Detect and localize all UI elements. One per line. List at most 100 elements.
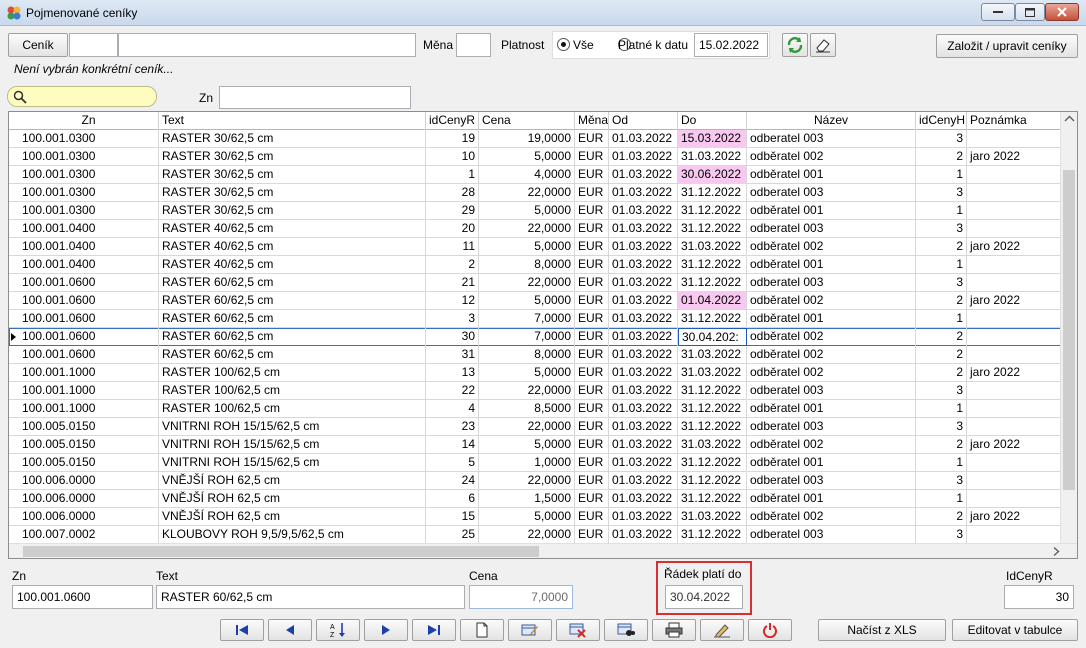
- table-cell[interactable]: 30.06.2022: [678, 166, 747, 184]
- table-cell[interactable]: RASTER 40/62,5 cm: [159, 256, 426, 274]
- table-cell[interactable]: 01.03.2022: [609, 202, 678, 220]
- table-cell[interactable]: 28: [426, 184, 479, 202]
- table-cell[interactable]: 01.03.2022: [609, 238, 678, 256]
- eraser-button[interactable]: [810, 33, 836, 57]
- table-cell[interactable]: 3: [916, 274, 967, 292]
- table-cell[interactable]: RASTER 30/62,5 cm: [159, 130, 426, 148]
- table-cell[interactable]: 31.12.2022: [678, 274, 747, 292]
- table-row[interactable]: 100.005.0150 VNITRNI ROH 15/15/62,5 cm 5 1,…: [9, 454, 1061, 472]
- zn-filter-input[interactable]: [219, 86, 411, 109]
- table-cell[interactable]: [967, 274, 1061, 292]
- previous-record-button[interactable]: [268, 619, 312, 641]
- table-cell[interactable]: 5,0000: [479, 148, 575, 166]
- table-cell[interactable]: 31.12.2022: [678, 472, 747, 490]
- print-button[interactable]: [652, 619, 696, 641]
- table-cell[interactable]: 2: [916, 292, 967, 310]
- table-cell[interactable]: [967, 346, 1061, 364]
- table-cell[interactable]: 01.03.2022: [609, 310, 678, 328]
- table-row[interactable]: 100.001.0300 RASTER 30/62,5 cm 19 19,0000 EU…: [9, 130, 1061, 148]
- table-cell[interactable]: 1: [916, 256, 967, 274]
- table-cell[interactable]: 5,0000: [479, 202, 575, 220]
- table-cell[interactable]: 31: [426, 346, 479, 364]
- table-cell[interactable]: 01.03.2022: [609, 166, 678, 184]
- column-header[interactable]: Do: [678, 112, 747, 130]
- table-cell[interactable]: 24: [426, 472, 479, 490]
- table-row[interactable]: 100.005.0150 VNITRNI ROH 15/15/62,5 cm 23 2…: [9, 418, 1061, 436]
- table-cell[interactable]: odběratel 001: [747, 202, 916, 220]
- table-cell[interactable]: 100.005.0150: [19, 436, 159, 454]
- table-cell[interactable]: 100.001.0400: [19, 220, 159, 238]
- table-cell[interactable]: 100.001.0300: [19, 130, 159, 148]
- table-cell[interactable]: 23: [426, 418, 479, 436]
- table-cell[interactable]: 31.12.2022: [678, 202, 747, 220]
- table-cell[interactable]: 5,0000: [479, 508, 575, 526]
- table-cell[interactable]: 31.12.2022: [678, 526, 747, 544]
- column-header[interactable]: Poznámka: [967, 112, 1061, 130]
- table-cell[interactable]: odberatel 003: [747, 274, 916, 292]
- table-cell[interactable]: [967, 526, 1061, 544]
- close-button[interactable]: [1045, 3, 1079, 21]
- table-cell[interactable]: 4: [426, 400, 479, 418]
- table-cell[interactable]: 3: [916, 418, 967, 436]
- horizontal-scroll-thumb[interactable]: [23, 546, 539, 557]
- table-cell[interactable]: EUR: [575, 310, 609, 328]
- table-cell[interactable]: 31.03.2022: [678, 148, 747, 166]
- table-cell[interactable]: 15: [426, 508, 479, 526]
- table-cell[interactable]: EUR: [575, 148, 609, 166]
- table-cell[interactable]: EUR: [575, 382, 609, 400]
- table-cell[interactable]: EUR: [575, 400, 609, 418]
- table-cell[interactable]: 100.001.0300: [19, 184, 159, 202]
- table-cell[interactable]: RASTER 30/62,5 cm: [159, 184, 426, 202]
- table-row[interactable]: 100.001.0300 RASTER 30/62,5 cm 28 22,0000 EU…: [9, 184, 1061, 202]
- scroll-right-icon[interactable]: [1049, 544, 1063, 559]
- table-cell[interactable]: 100.005.0150: [19, 418, 159, 436]
- table-cell[interactable]: RASTER 30/62,5 cm: [159, 202, 426, 220]
- table-cell[interactable]: odberatel 003: [747, 184, 916, 202]
- table-row[interactable]: 100.001.0600 RASTER 60/62,5 cm 12 5,0000 EUR…: [9, 292, 1061, 310]
- table-row[interactable]: 100.001.0300 RASTER 30/62,5 cm 10 5,0000 EUR…: [9, 148, 1061, 166]
- table-cell[interactable]: 1: [916, 454, 967, 472]
- table-cell[interactable]: 22: [426, 382, 479, 400]
- table-row[interactable]: 100.007.0002 KLOUBOVY ROH 9,5/9,5/62,5 cm…: [9, 526, 1061, 544]
- table-cell[interactable]: 30: [426, 328, 479, 346]
- table-cell[interactable]: EUR: [575, 436, 609, 454]
- horizontal-scrollbar[interactable]: [9, 543, 1077, 558]
- table-row[interactable]: 100.001.0300 RASTER 30/62,5 cm 29 5,0000 EUR…: [9, 202, 1061, 220]
- table-cell[interactable]: [967, 490, 1061, 508]
- table-cell[interactable]: VNĚJŠÍ ROH 62,5 cm: [159, 508, 426, 526]
- table-cell[interactable]: 22,0000: [479, 382, 575, 400]
- table-cell[interactable]: 2: [916, 238, 967, 256]
- cenik-button[interactable]: Ceník: [8, 33, 68, 57]
- table-cell[interactable]: 01.04.2022: [678, 292, 747, 310]
- table-cell[interactable]: 31.12.2022: [678, 418, 747, 436]
- table-cell[interactable]: 1: [426, 166, 479, 184]
- find-record-button[interactable]: [604, 619, 648, 641]
- table-cell[interactable]: [967, 202, 1061, 220]
- table-cell[interactable]: 1,5000: [479, 490, 575, 508]
- table-row[interactable]: 100.001.0400 RASTER 40/62,5 cm 20 22,0000 EU…: [9, 220, 1061, 238]
- table-cell[interactable]: 01.03.2022: [609, 436, 678, 454]
- table-cell[interactable]: [967, 328, 1061, 346]
- table-cell[interactable]: 1,0000: [479, 454, 575, 472]
- table-cell[interactable]: 100.001.0600: [19, 310, 159, 328]
- table-cell[interactable]: 100.001.0600: [19, 328, 159, 346]
- table-cell[interactable]: [967, 400, 1061, 418]
- table-cell[interactable]: EUR: [575, 256, 609, 274]
- table-cell[interactable]: 100.001.0600: [19, 346, 159, 364]
- table-cell[interactable]: jaro 2022: [967, 436, 1061, 454]
- table-cell[interactable]: EUR: [575, 202, 609, 220]
- table-cell[interactable]: jaro 2022: [967, 148, 1061, 166]
- table-row[interactable]: 100.001.1000 RASTER 100/62,5 cm 4 8,5000 EUR…: [9, 400, 1061, 418]
- table-cell[interactable]: 01.03.2022: [609, 490, 678, 508]
- table-cell[interactable]: 5,0000: [479, 436, 575, 454]
- column-header[interactable]: Text: [159, 112, 426, 130]
- create-cenik-button[interactable]: Založit / upravit ceníky: [936, 34, 1078, 58]
- radek-date-input[interactable]: 30.04.2022: [665, 585, 743, 609]
- table-cell[interactable]: 14: [426, 436, 479, 454]
- table-cell[interactable]: odběratel 002: [747, 436, 916, 454]
- table-cell[interactable]: 01.03.2022: [609, 292, 678, 310]
- table-cell[interactable]: RASTER 60/62,5 cm: [159, 310, 426, 328]
- table-cell[interactable]: 100.006.0000: [19, 472, 159, 490]
- column-header[interactable]: Od: [609, 112, 678, 130]
- table-cell[interactable]: 6: [426, 490, 479, 508]
